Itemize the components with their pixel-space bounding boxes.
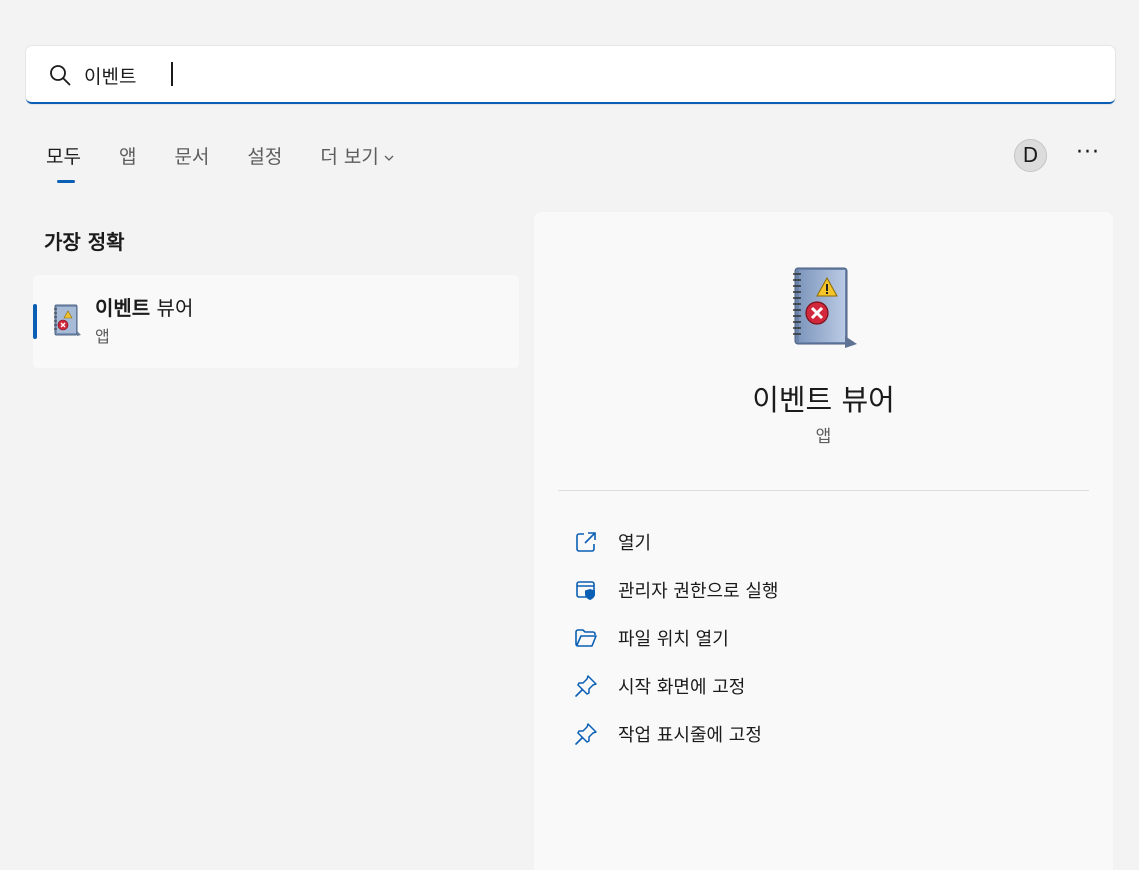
- more-options-button[interactable]: ···: [1072, 141, 1104, 169]
- selection-indicator: [33, 304, 37, 339]
- action-pin-to-taskbar-label: 작업 표시줄에 고정: [618, 725, 762, 746]
- action-open-label: 열기: [618, 533, 652, 554]
- tab-settings-label: 설정: [247, 146, 283, 168]
- tab-all[interactable]: 모두: [46, 143, 81, 185]
- event-viewer-icon: [54, 304, 81, 336]
- action-pin-to-taskbar[interactable]: 작업 표시줄에 고정: [574, 710, 778, 758]
- action-pin-to-start[interactable]: 시작 화면에 고정: [574, 662, 778, 710]
- tab-documents[interactable]: 문서: [174, 143, 209, 185]
- action-run-as-admin-label: 관리자 권한으로 실행: [618, 581, 779, 602]
- search-input[interactable]: [84, 60, 327, 90]
- action-run-as-admin[interactable]: 관리자 권한으로 실행: [574, 566, 778, 614]
- pin-icon: [575, 675, 597, 697]
- open-external-icon: [576, 532, 596, 552]
- action-open-file-location-label: 파일 위치 열기: [618, 629, 729, 650]
- best-match-heading: 가장 정확: [44, 230, 125, 254]
- tab-more-label: 더 보기: [320, 146, 379, 168]
- preview-pane: 이벤트 뷰어 앱 열기 관리자 권한으로 실행 파일 위치 열기 시작 화면에 …: [534, 212, 1113, 870]
- divider: [558, 490, 1089, 491]
- avatar[interactable]: D: [1014, 139, 1047, 172]
- text-caret: [171, 62, 173, 86]
- filter-tabs: 모두 앱 문서 설정 더 보기: [46, 143, 433, 185]
- start-search-window: 모두 앱 문서 설정 더 보기 D ··· 가장 정확 이벤트 뷰어 앱: [0, 0, 1139, 870]
- result-title-match: 이벤트: [95, 296, 151, 320]
- search-icon: [50, 65, 71, 86]
- tab-apps-label: 앱: [118, 146, 137, 168]
- tab-documents-label: 문서: [174, 146, 210, 168]
- action-open[interactable]: 열기: [574, 518, 778, 566]
- action-pin-to-start-label: 시작 화면에 고정: [618, 677, 746, 698]
- result-title: 이벤트 뷰어: [95, 292, 193, 321]
- folder-open-icon: [575, 629, 597, 647]
- action-list: 열기 관리자 권한으로 실행 파일 위치 열기 시작 화면에 고정 작업 표시줄…: [574, 518, 778, 758]
- search-box[interactable]: [26, 46, 1115, 104]
- admin-shield-icon: [576, 581, 595, 600]
- pin-icon: [575, 723, 597, 745]
- action-open-file-location[interactable]: 파일 위치 열기: [574, 614, 778, 662]
- result-title-rest: 뷰어: [150, 296, 194, 320]
- tab-all-label: 모두: [46, 146, 81, 168]
- tab-apps[interactable]: 앱: [119, 143, 136, 185]
- event-viewer-icon: [793, 267, 857, 348]
- preview-type: 앱: [815, 427, 832, 447]
- tab-more[interactable]: 더 보기: [320, 143, 394, 185]
- tab-settings[interactable]: 설정: [247, 143, 282, 185]
- result-item-event-viewer[interactable]: 이벤트 뷰어 앱: [33, 275, 519, 368]
- result-type: 앱: [95, 327, 110, 346]
- chevron-down-icon: [384, 155, 394, 161]
- preview-title: 이벤트 뷰어: [752, 383, 895, 417]
